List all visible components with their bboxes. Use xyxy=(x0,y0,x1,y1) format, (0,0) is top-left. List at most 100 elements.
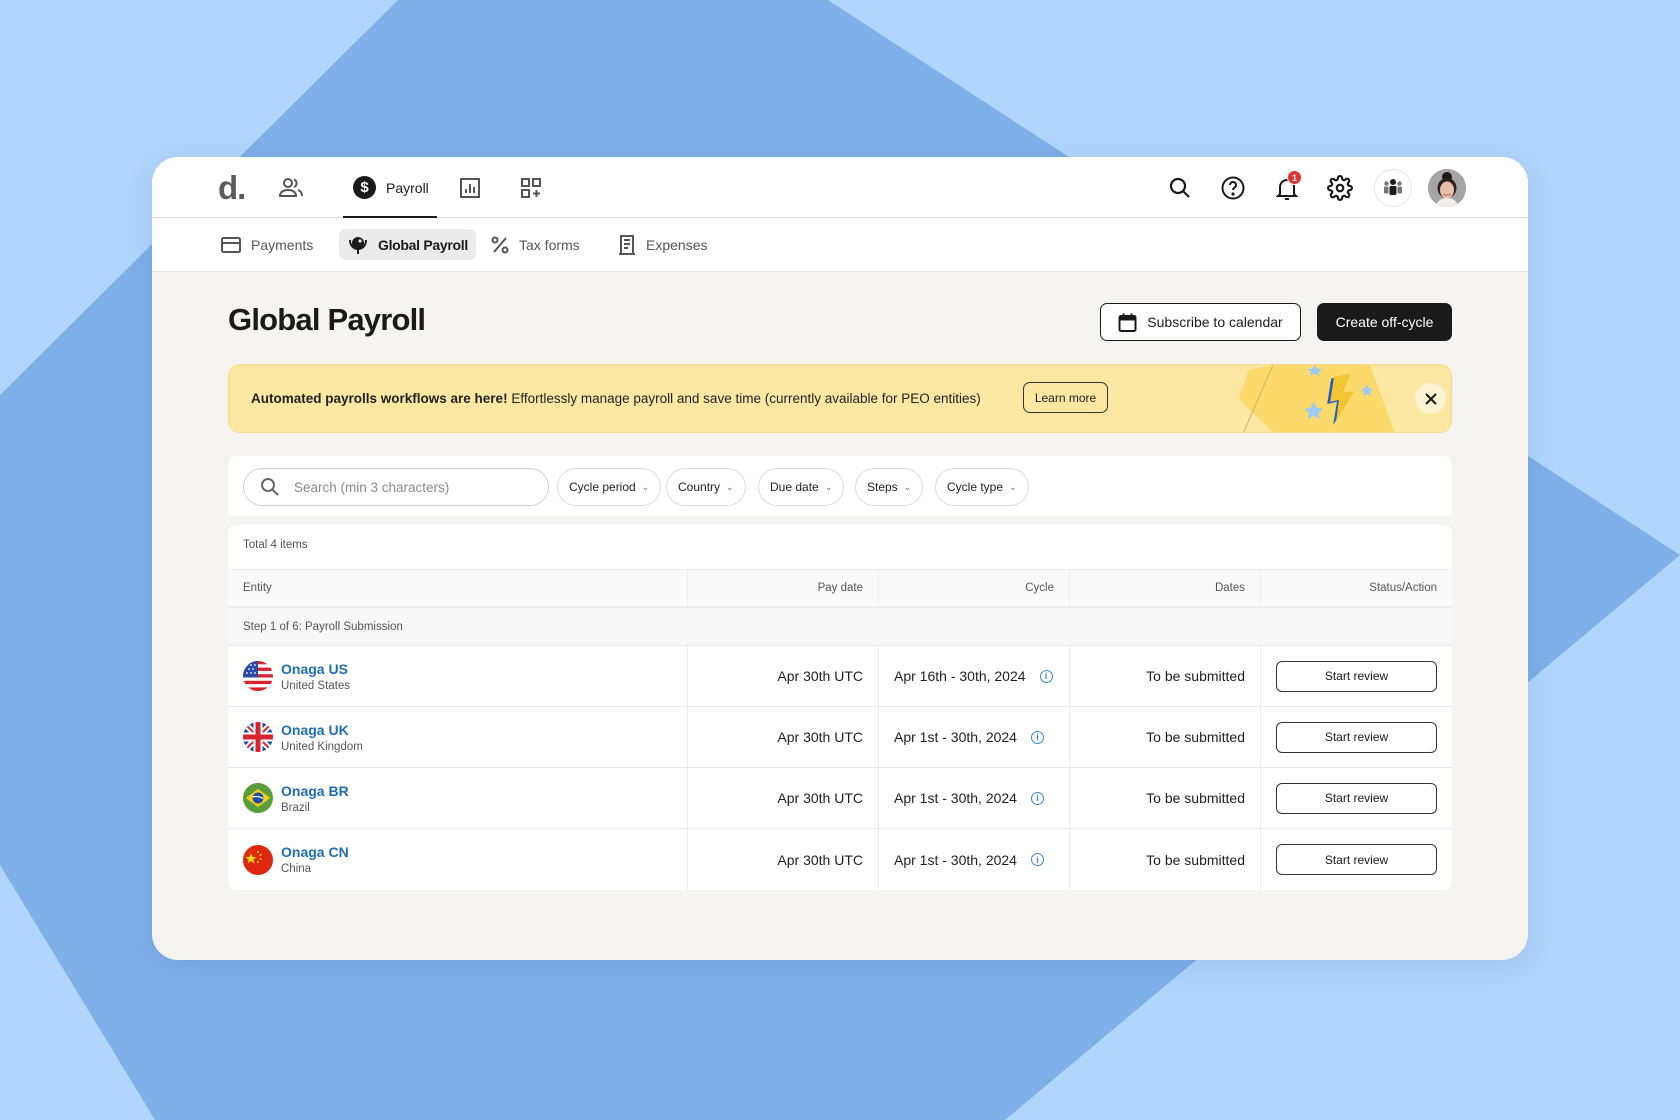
filter-due-date[interactable]: Due date ⌄ xyxy=(758,468,845,506)
filter-bar: Cycle period⌄ Country⌄ Due date⌄ Steps⌄ … xyxy=(228,456,1452,516)
subnav-payments[interactable]: Payments xyxy=(212,229,321,260)
sub-navigation: Payments Global Payroll Tax forms Expens… xyxy=(152,218,1528,272)
close-icon xyxy=(1424,392,1437,405)
chevron-down-icon: ⌄ xyxy=(1009,481,1017,492)
nav-apps[interactable] xyxy=(518,175,544,201)
entity-cell: Onaga BR Brazil xyxy=(228,768,687,828)
subnav-tax-forms[interactable]: Tax forms xyxy=(482,229,588,260)
chevron-down-icon: ⌄ xyxy=(641,481,650,492)
start-review-button[interactable]: Start review xyxy=(1276,721,1437,753)
nav-people[interactable] xyxy=(278,175,304,201)
filter-cycle-type[interactable]: Cycle type ⌄ xyxy=(935,468,1029,506)
banner-message: Automated payrolls workflows are here! E… xyxy=(251,391,981,406)
flag-cn-icon xyxy=(243,844,273,875)
notifications-button[interactable]: 1 xyxy=(1272,170,1302,203)
step-group-label: Step 1 of 6: Payroll Submission xyxy=(228,608,1452,646)
nav-payroll[interactable]: $ Payroll xyxy=(343,157,437,219)
column-header-pay-date[interactable]: Pay date xyxy=(687,570,878,606)
flag-us-icon xyxy=(243,661,273,691)
subnav-global-payroll-label: Global Payroll xyxy=(378,236,468,253)
column-header-entity[interactable]: Entity xyxy=(228,570,687,606)
entity-cell: Onaga US United States xyxy=(228,646,687,706)
status-action-cell: Start review xyxy=(1260,829,1452,890)
entity-name-link[interactable]: Onaga UK xyxy=(281,722,363,738)
entity-cell: Onaga CN China xyxy=(228,829,687,890)
banner-text: Effortlessly manage payroll and save tim… xyxy=(507,391,981,406)
search-button[interactable] xyxy=(1165,173,1195,203)
chevron-down-icon: ⌄ xyxy=(726,481,734,492)
cycle-cell: Apr 1st - 30th, 2024 i xyxy=(878,707,1069,767)
info-icon[interactable]: i xyxy=(1039,669,1053,683)
info-icon[interactable]: i xyxy=(1030,730,1044,744)
entity-country: United Kingdom xyxy=(281,740,363,753)
search-input[interactable] xyxy=(294,479,514,495)
dates-cell: To be submitted xyxy=(1069,707,1260,767)
nav-reports[interactable] xyxy=(457,175,483,201)
subscribe-calendar-button[interactable]: Subscribe to calendar xyxy=(1100,303,1301,341)
logo[interactable]: d. xyxy=(218,169,246,207)
app-window: d. $ Payroll 1 Payments Global Payroll T… xyxy=(152,157,1528,960)
banner-bold-text: Automated payrolls workflows are here! xyxy=(251,391,508,406)
dates-cell: To be submitted xyxy=(1069,829,1260,890)
help-button[interactable] xyxy=(1218,173,1248,203)
start-review-button[interactable]: Start review xyxy=(1276,782,1437,814)
filter-cycle-period[interactable]: Cycle period ⌄ xyxy=(557,468,662,506)
subnav-global-payroll[interactable]: Global Payroll xyxy=(339,229,476,260)
dates-cell: To be submitted xyxy=(1069,646,1260,706)
subnav-expenses[interactable]: Expenses xyxy=(609,229,715,260)
apps-add-icon xyxy=(521,178,541,198)
people-icon xyxy=(278,178,303,197)
top-navigation: d. $ Payroll 1 xyxy=(152,157,1528,219)
start-review-button[interactable]: Start review xyxy=(1276,660,1437,692)
dates-cell: To be submitted xyxy=(1069,768,1260,828)
filter-due-date-label: Due date xyxy=(770,480,819,494)
info-icon[interactable]: i xyxy=(1030,791,1044,805)
table-row: Onaga UK United Kingdom Apr 30th UTC Apr… xyxy=(228,707,1452,768)
table-header: Entity Pay date Cycle Dates Status/Actio… xyxy=(228,569,1452,608)
page-title: Global Payroll xyxy=(228,302,426,337)
filter-steps[interactable]: Steps ⌄ xyxy=(855,468,924,506)
entity-name-link[interactable]: Onaga BR xyxy=(281,783,349,799)
globe-hand-icon xyxy=(349,236,367,254)
subnav-payments-label: Payments xyxy=(251,236,314,253)
filter-cycle-period-label: Cycle period xyxy=(569,480,636,494)
search-field[interactable] xyxy=(243,468,549,506)
chevron-down-icon: ⌄ xyxy=(903,481,912,492)
filter-steps-label: Steps xyxy=(867,480,898,494)
receipt-icon xyxy=(619,234,635,255)
calendar-icon xyxy=(1118,313,1137,332)
learn-more-button[interactable]: Learn more xyxy=(1023,382,1108,413)
filter-country[interactable]: Country ⌄ xyxy=(666,468,746,506)
credit-card-icon xyxy=(221,236,241,253)
column-header-cycle[interactable]: Cycle xyxy=(878,570,1069,606)
user-avatar[interactable] xyxy=(1428,169,1466,207)
status-action-cell: Start review xyxy=(1260,707,1452,767)
total-items: Total 4 items xyxy=(243,539,308,551)
column-header-status-action[interactable]: Status/Action xyxy=(1260,570,1452,606)
filter-country-label: Country xyxy=(678,480,721,494)
flag-br-icon xyxy=(243,783,273,813)
entity-country: Brazil xyxy=(281,801,310,814)
entity-country: China xyxy=(281,863,312,875)
organization-button[interactable] xyxy=(1374,169,1412,207)
subnav-tax-forms-label: Tax forms xyxy=(519,236,580,253)
close-banner-button[interactable] xyxy=(1415,383,1446,414)
entity-cell: Onaga UK United Kingdom xyxy=(228,707,687,767)
announcement-banner: Automated payrolls workflows are here! E… xyxy=(228,364,1452,433)
settings-button[interactable] xyxy=(1325,173,1355,203)
dollar-circle-icon: $ xyxy=(353,176,376,199)
create-off-cycle-button[interactable]: Create off-cycle xyxy=(1317,303,1452,341)
subnav-expenses-label: Expenses xyxy=(646,236,708,253)
help-icon xyxy=(1221,176,1245,200)
cycle-range: Apr 1st - 30th, 2024 xyxy=(894,851,1017,868)
entity-country: United States xyxy=(281,679,351,692)
entity-name-link[interactable]: Onaga US xyxy=(281,661,350,677)
entity-name-link[interactable]: Onaga CN xyxy=(281,844,349,860)
table-row: Onaga BR Brazil Apr 30th UTC Apr 1st - 3… xyxy=(228,768,1452,829)
start-review-button[interactable]: Start review xyxy=(1276,844,1437,875)
pay-date-cell: Apr 30th UTC xyxy=(687,768,878,828)
info-icon[interactable]: i xyxy=(1030,853,1044,866)
filter-cycle-type-label: Cycle type xyxy=(947,480,1004,494)
gear-icon xyxy=(1327,175,1353,201)
column-header-dates[interactable]: Dates xyxy=(1069,570,1260,606)
